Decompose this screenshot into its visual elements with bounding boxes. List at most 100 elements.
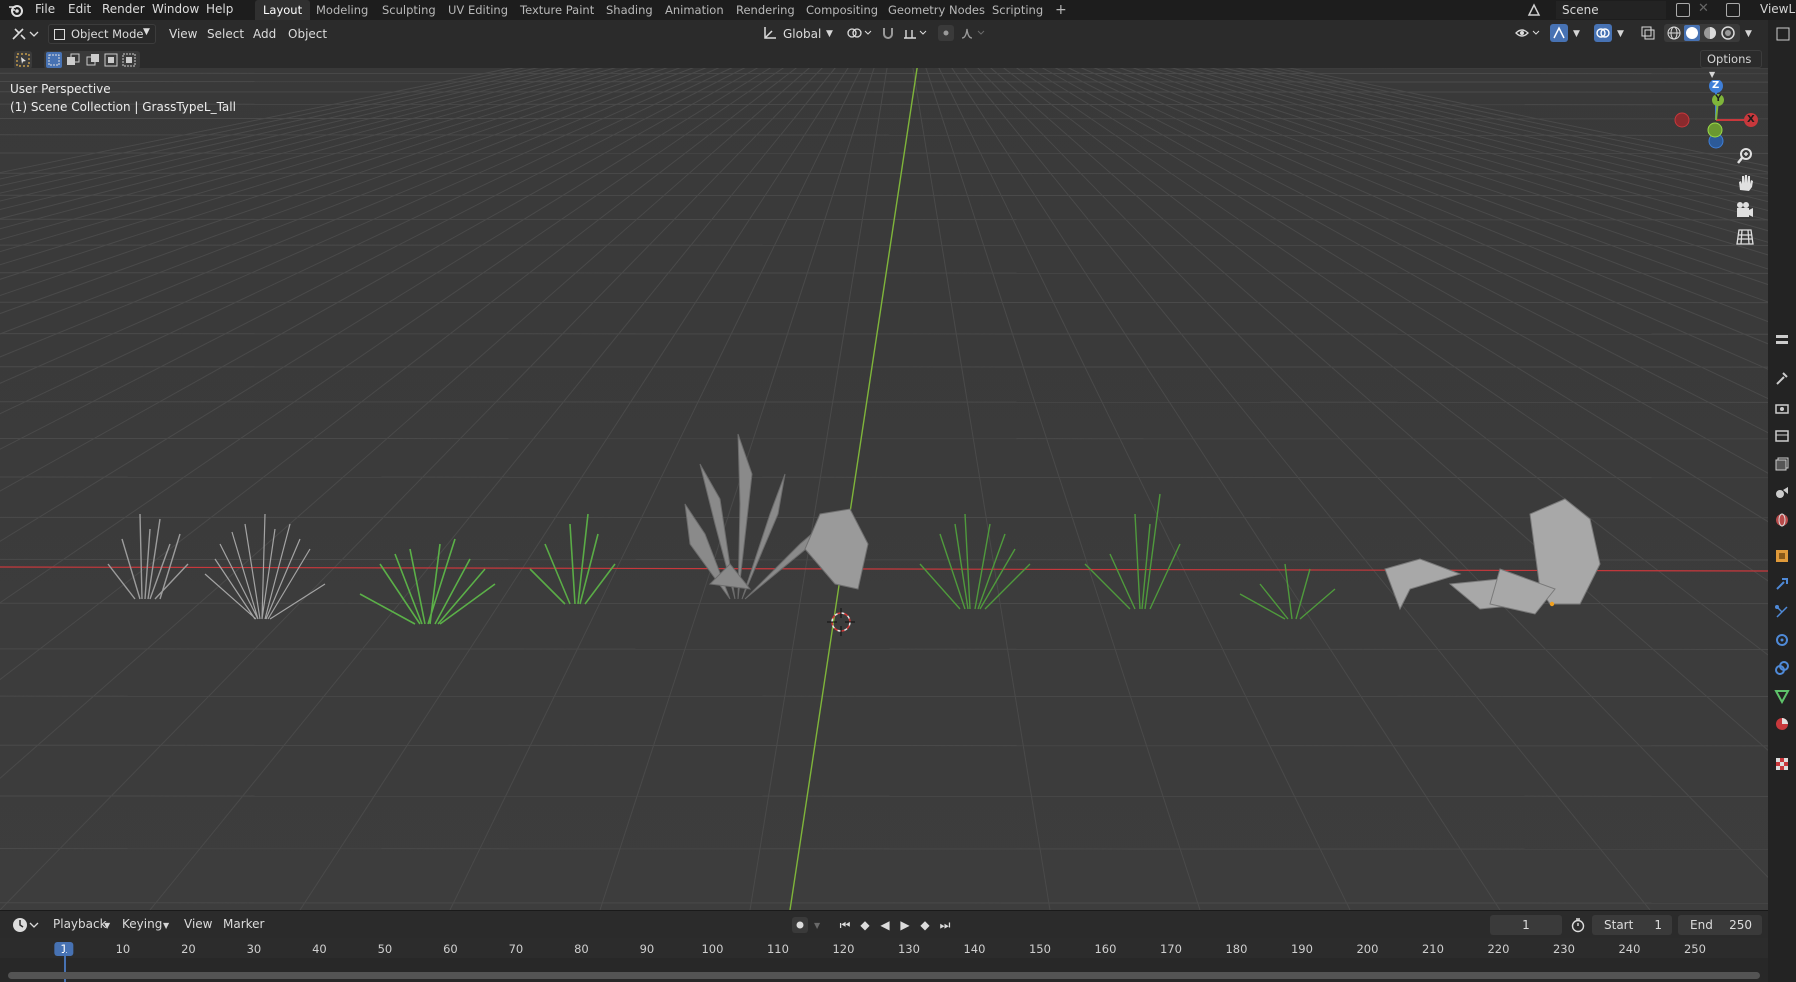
select-box-icon[interactable] (14, 51, 32, 69)
tab-uv-editing[interactable]: UV Editing (440, 0, 516, 20)
gizmo-chevron-icon[interactable]: ▼ (1573, 29, 1580, 39)
record-icon[interactable] (792, 917, 808, 933)
jump-start-icon[interactable]: ⏮ (838, 918, 852, 932)
grid-view-icon[interactable] (1734, 226, 1756, 248)
start-frame-field[interactable]: Start 1 (1592, 915, 1672, 935)
data-icon[interactable] (1774, 688, 1790, 705)
snap-icon[interactable] (880, 25, 896, 41)
current-frame-field[interactable]: 1 (1490, 915, 1562, 935)
modifier-icon[interactable] (1774, 576, 1790, 592)
playback-chevron-icon[interactable]: ▼ (104, 921, 110, 930)
end-frame-field[interactable]: End 250 (1678, 915, 1762, 935)
falloff-icon[interactable] (960, 25, 988, 41)
blender-logo-icon[interactable] (8, 2, 24, 18)
output-icon[interactable] (1774, 428, 1790, 444)
visibility-icon[interactable] (1514, 25, 1544, 41)
timeline-scrollbar[interactable] (8, 972, 1760, 979)
snap-element-icon[interactable] (902, 25, 930, 41)
object-icon[interactable] (1774, 548, 1790, 564)
outliner-toggle-icon[interactable] (1774, 26, 1790, 42)
timeline-area[interactable]: 1 10 20 30 40 50 60 70 80 90 100 110 120 130 140 150 160… (0, 938, 1768, 982)
timeline-editor-type-icon[interactable] (10, 915, 40, 935)
add-workspace-button[interactable]: + (1047, 0, 1075, 20)
tab-layout[interactable]: Layout (255, 0, 311, 20)
menu-object[interactable]: Object (288, 27, 327, 41)
tab-modeling[interactable]: Modeling (308, 0, 376, 20)
tab-shading[interactable]: Shading (598, 0, 661, 20)
particles-icon[interactable] (1774, 604, 1790, 620)
texture-icon[interactable] (1774, 756, 1790, 772)
tab-scripting[interactable]: Scripting (984, 0, 1051, 20)
view-layer-name[interactable]: ViewLa (1760, 2, 1796, 16)
menu-render[interactable]: Render (102, 2, 145, 16)
orientation-label[interactable]: Global (783, 27, 821, 41)
mode-dropdown[interactable]: Object Mode ▼ (48, 24, 156, 44)
menu-help[interactable]: Help (206, 2, 233, 16)
play-reverse-icon[interactable]: ◀ (878, 918, 892, 932)
next-keyframe-icon[interactable]: ◆ (918, 918, 932, 932)
properties-editor-icon[interactable] (1774, 332, 1790, 348)
gizmo-icon[interactable] (1550, 24, 1568, 42)
tab-animation[interactable]: Animation (657, 0, 732, 20)
render-icon[interactable] (1774, 400, 1790, 416)
auto-key-chevron-icon[interactable]: ▼ (814, 921, 820, 930)
tab-geometry-nodes[interactable]: Geometry Nodes (880, 0, 993, 20)
material-icon[interactable] (1774, 716, 1790, 732)
play-icon[interactable]: ▶ (898, 918, 912, 932)
jump-end-icon[interactable]: ⏭ (938, 918, 952, 932)
menu-select[interactable]: Select (207, 27, 244, 41)
camera-icon[interactable] (1734, 199, 1756, 221)
scene-name-field[interactable]: Scene (1556, 1, 1666, 19)
proportional-edit-icon[interactable] (938, 25, 954, 41)
scene-icon[interactable] (1774, 484, 1790, 500)
select-set-icon[interactable] (46, 52, 62, 68)
physics-icon[interactable] (1774, 632, 1790, 648)
menu-file[interactable]: File (35, 2, 55, 16)
tab-compositing[interactable]: Compositing (798, 0, 886, 20)
zoom-icon[interactable] (1734, 145, 1756, 167)
timeline-view-menu[interactable]: View (184, 917, 212, 931)
copy-scene-icon[interactable] (1676, 3, 1690, 17)
tab-sculpting[interactable]: Sculpting (374, 0, 444, 20)
select-subtract-icon[interactable] (86, 53, 100, 67)
select-invert-icon[interactable] (104, 53, 118, 67)
tab-rendering[interactable]: Rendering (728, 0, 803, 20)
shading-rendered-icon[interactable] (1720, 25, 1736, 41)
transform-pivot-icon[interactable] (846, 25, 874, 41)
frame-tick: 60 (443, 942, 458, 956)
hand-pan-icon[interactable] (1734, 172, 1756, 194)
transform-orientation-icon[interactable] (762, 25, 778, 41)
orientation-chevron-icon[interactable]: ▼ (826, 29, 833, 39)
prev-keyframe-icon[interactable]: ◆ (858, 918, 872, 932)
editor-type-icon[interactable] (10, 24, 40, 44)
keying-menu[interactable]: Keying (122, 917, 162, 931)
marker-menu[interactable]: Marker (223, 917, 264, 931)
shading-chevron-icon[interactable]: ▼ (1745, 29, 1752, 39)
shading-wireframe-icon[interactable] (1666, 25, 1682, 41)
menu-view[interactable]: View (169, 27, 197, 41)
keying-chevron-icon[interactable]: ▼ (163, 921, 169, 930)
shading-solid-icon[interactable] (1684, 25, 1700, 41)
overlay-icon[interactable] (1594, 24, 1612, 42)
select-extend-icon[interactable] (66, 53, 80, 67)
view-layer-icon[interactable] (1774, 456, 1790, 472)
view-layer-selector-icon[interactable] (1726, 3, 1740, 17)
select-intersect-icon[interactable] (122, 53, 136, 67)
options-button[interactable]: Options ▼ (1700, 50, 1762, 79)
shading-material-icon[interactable] (1702, 25, 1718, 41)
world-icon[interactable] (1774, 512, 1790, 528)
3d-viewport[interactable]: User Perspective (1) Scene Collection | … (0, 44, 1768, 910)
close-icon[interactable]: ✕ (1698, 1, 1709, 16)
constraints-icon[interactable] (1774, 660, 1790, 676)
xray-icon[interactable] (1640, 25, 1656, 41)
scene-selector-icon[interactable] (1526, 2, 1542, 18)
menu-add[interactable]: Add (253, 27, 276, 41)
frame-tick: 100 (701, 942, 724, 956)
stopwatch-icon[interactable] (1570, 917, 1586, 933)
tab-texture-paint[interactable]: Texture Paint (512, 0, 602, 20)
menu-window[interactable]: Window (152, 2, 199, 16)
menu-edit[interactable]: Edit (68, 2, 91, 16)
playback-menu[interactable]: Playback (53, 917, 107, 931)
overlay-chevron-icon[interactable]: ▼ (1617, 29, 1624, 39)
tool-icon[interactable] (1774, 370, 1790, 386)
